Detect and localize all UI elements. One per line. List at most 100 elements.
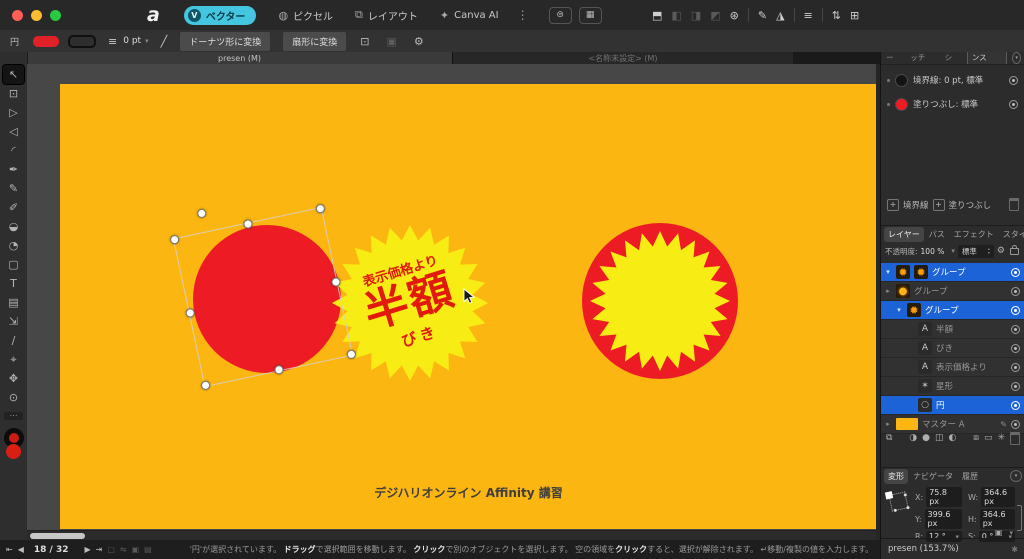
layer-visibility-toggle[interactable] xyxy=(1011,268,1020,277)
stroke-swatch-icon[interactable] xyxy=(895,74,908,87)
view-split-icon[interactable]: ▣ xyxy=(132,545,140,554)
first-page-icon[interactable]: ⇤ xyxy=(6,545,13,554)
boolean-combine-icon[interactable]: ⊛ xyxy=(730,9,739,22)
persona-canva-ai[interactable]: ✦ Canva AI xyxy=(440,9,499,22)
add-stroke-icon[interactable]: + xyxy=(887,199,899,211)
layer-effects-icon[interactable]: ● xyxy=(922,433,930,443)
persona-layout[interactable]: ⧉ レイアウト xyxy=(355,8,418,23)
current-color-swatch[interactable] xyxy=(6,444,21,459)
selection-bounding-box[interactable] xyxy=(173,207,353,387)
stroke-appearance-row[interactable]: 境界線: 0 pt, 標準 xyxy=(881,71,1024,89)
stroke-width-icon[interactable]: ≡ xyxy=(108,35,117,48)
more-personas-icon[interactable]: ⋮ xyxy=(517,8,529,22)
boolean-subtract-icon[interactable]: ◧ xyxy=(671,9,681,22)
fill-swatch-icon[interactable] xyxy=(895,98,908,111)
horizontal-scrollbar-thumb[interactable] xyxy=(30,533,85,539)
delete-layer-icon[interactable] xyxy=(1010,432,1020,445)
tab-レイヤー[interactable]: レイヤー xyxy=(884,227,924,242)
boolean-add-icon[interactable]: ⬒ xyxy=(652,9,662,22)
stroke-color-swatch[interactable] xyxy=(68,35,96,48)
style-picker-tool[interactable]: ∕ xyxy=(3,331,24,350)
add-fill-icon[interactable]: + xyxy=(933,199,945,211)
stroke-width-value[interactable]: 0 pt xyxy=(123,36,141,46)
tab-スタイル[interactable]: スタイル xyxy=(999,227,1024,242)
next-page-icon[interactable]: ▶ xyxy=(84,545,90,554)
shape-tool[interactable]: ▢ xyxy=(3,255,24,274)
studio-grid-icon[interactable]: ▦ xyxy=(579,7,602,24)
lock-icon[interactable] xyxy=(1010,248,1019,255)
layer-chevron-icon[interactable]: ▾ xyxy=(895,306,903,314)
layer-row[interactable]: A表示価格より xyxy=(881,358,1024,377)
handle-left-mid[interactable] xyxy=(185,308,196,319)
layer-row[interactable]: Aびき xyxy=(881,339,1024,358)
add-fill-label[interactable]: 塗りつぶし xyxy=(949,199,992,211)
last-page-icon[interactable]: ⇥ xyxy=(96,545,103,554)
vector-crop-icon[interactable]: ◐ xyxy=(949,433,957,443)
picture-frame-tool[interactable]: ▤ xyxy=(3,293,24,312)
fill-tool[interactable]: ◒ xyxy=(3,217,24,236)
persona-vector[interactable]: V ベクター xyxy=(184,6,257,25)
opacity-value[interactable]: 100 % xyxy=(921,247,945,256)
fill-color-swatch[interactable] xyxy=(33,36,59,47)
flip-horizontal-icon[interactable]: ◮ xyxy=(776,9,784,22)
anchor-dropdown-icon[interactable]: ▾ xyxy=(1009,529,1013,537)
tab-アピアランス[interactable]: アピアランス xyxy=(967,52,1007,64)
alignment-icon[interactable]: ≡ xyxy=(804,9,813,22)
field-value[interactable]: 75.8 px xyxy=(926,487,962,507)
frame-text-tool[interactable]: T xyxy=(3,274,24,293)
vector-brush-tool[interactable]: ✐ xyxy=(3,198,24,217)
transform-mode-icon[interactable]: ▣ xyxy=(386,35,396,48)
tab-履歴[interactable]: 履歴 xyxy=(958,469,982,484)
layer-settings-gear-icon[interactable]: ⚙ xyxy=(997,246,1005,256)
favorite-star-icon[interactable]: ✱ xyxy=(1011,545,1018,554)
tab-スウォッチ[interactable]: スウォッチ xyxy=(908,52,937,64)
view-sync-icon[interactable]: ⇋ xyxy=(120,545,127,554)
settings-gear-icon[interactable]: ⚙ xyxy=(414,35,424,48)
minimize-window-icon[interactable] xyxy=(31,10,42,21)
document-tab-inactive[interactable]: <名称未設定> (M) xyxy=(452,52,793,64)
layer-row[interactable]: ○円 xyxy=(881,396,1024,415)
tab-エフェクト[interactable]: エフェクト xyxy=(950,227,998,242)
layer-chevron-icon[interactable]: ▸ xyxy=(884,420,892,428)
tab-カラー[interactable]: カラー xyxy=(884,52,903,64)
blend-options-icon[interactable]: ✳ xyxy=(997,433,1005,443)
style-paint-icon[interactable]: ✎ xyxy=(758,9,767,22)
document-tab-active[interactable]: presen (M) xyxy=(27,52,452,64)
zoom-tool[interactable]: ⊙ xyxy=(3,388,24,407)
presets-icon[interactable]: ⊜ xyxy=(549,7,572,24)
convert-to-pie-button[interactable]: 扇形に変換 xyxy=(283,32,346,51)
tab-変形[interactable]: 変形 xyxy=(884,469,908,484)
color-picker-tool[interactable]: ⌖ xyxy=(3,350,24,369)
insert-target-icon[interactable]: ⊞ xyxy=(850,9,859,22)
field-value[interactable]: 364.6 px xyxy=(980,509,1015,529)
layer-visibility-toggle[interactable] xyxy=(1011,287,1020,296)
layer-visibility-toggle[interactable] xyxy=(1011,382,1020,391)
stroke-width-dropdown-icon[interactable]: ▾ xyxy=(145,37,149,45)
convert-to-donut-button[interactable]: ドーナツ形に変換 xyxy=(180,32,270,51)
layer-visibility-toggle[interactable] xyxy=(1011,306,1020,315)
point-transform-tool[interactable]: ⇲ xyxy=(3,312,24,331)
fill-appearance-row[interactable]: 塗りつぶし: 標準 xyxy=(881,95,1024,113)
layer-visibility-toggle[interactable] xyxy=(1011,420,1020,429)
contour-tool[interactable]: ◁ xyxy=(3,122,24,141)
pencil-tool[interactable]: ✎ xyxy=(3,179,24,198)
tab-ナビゲータ[interactable]: ナビゲータ xyxy=(909,469,957,484)
link-dimensions-icon[interactable] xyxy=(1017,505,1022,531)
layer-chevron-icon[interactable]: ▾ xyxy=(884,268,892,276)
layer-row[interactable]: ▾✹✹グループ xyxy=(881,263,1024,282)
opacity-dropdown-icon[interactable]: ▾ xyxy=(951,247,955,255)
layer-chevron-icon[interactable]: ▸ xyxy=(884,287,892,295)
blend-mode-select[interactable]: 標準 ▴▾ xyxy=(958,245,994,258)
delete-appearance-icon[interactable] xyxy=(1009,198,1019,211)
new-group-icon[interactable]: ▭ xyxy=(984,433,993,443)
persona-pixel[interactable]: ◍ ピクセル xyxy=(278,8,333,23)
field-value[interactable]: 364.6 px xyxy=(981,487,1015,507)
layer-row[interactable]: A半額 xyxy=(881,320,1024,339)
adjustment-icon[interactable]: ◑ xyxy=(909,433,917,443)
line-style-icon[interactable]: ╱ xyxy=(161,35,168,48)
ellipse-tool[interactable]: ◔ xyxy=(3,236,24,255)
panel-chevron-icon[interactable]: ▾ xyxy=(1012,52,1021,64)
prev-page-icon[interactable]: ◀ xyxy=(18,545,24,554)
zoom-window-icon[interactable] xyxy=(50,10,61,21)
panel-chevron-icon[interactable]: ▾ xyxy=(1010,470,1022,482)
